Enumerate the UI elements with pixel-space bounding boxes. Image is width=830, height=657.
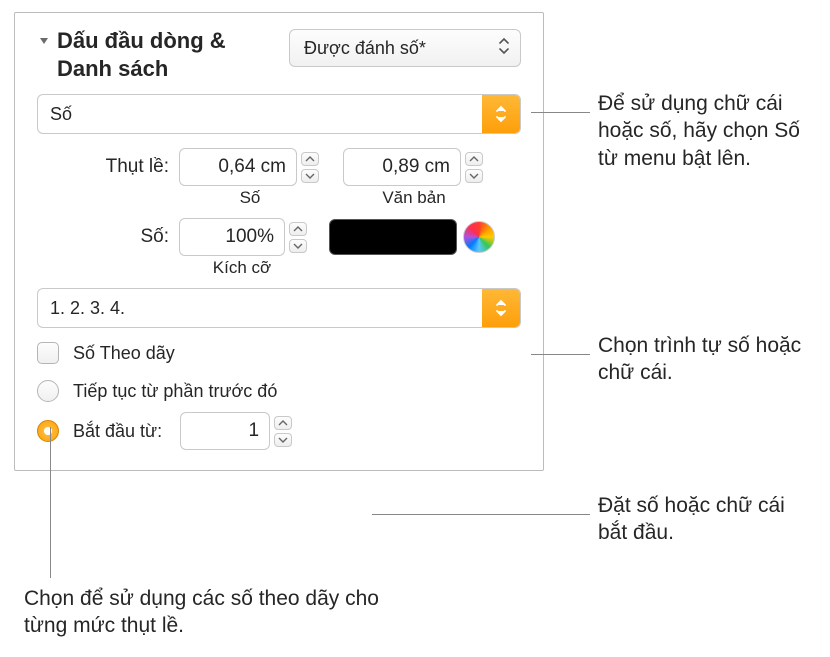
- leader-line: [50, 427, 51, 578]
- continue-label: Tiếp tục từ phần trước đó: [73, 381, 277, 402]
- size-stepper[interactable]: [289, 218, 309, 256]
- section-title: Dấu đầu dòng & Danh sách: [57, 27, 281, 82]
- callout-text: Đặt số hoặc chữ cái bắt đầu.: [598, 492, 818, 547]
- disclosure-triangle[interactable]: [37, 33, 51, 47]
- chevrons-icon: [498, 36, 510, 61]
- start-from-input[interactable]: 1: [180, 412, 270, 450]
- tiered-numbers-label: Số Theo dãy: [73, 343, 175, 364]
- chevrons-icon: [482, 289, 520, 327]
- start-from-stepper[interactable]: [274, 412, 294, 450]
- indent-number-stepper[interactable]: [301, 148, 321, 186]
- indent-text-stepper[interactable]: [465, 148, 485, 186]
- color-swatch[interactable]: [329, 219, 457, 255]
- number-type-value: Số: [50, 104, 72, 125]
- indent-text-input[interactable]: 0,89 cm: [343, 148, 461, 186]
- callout-text: Chọn trình tự số hoặc chữ cái.: [598, 332, 818, 387]
- leader-line: [531, 112, 590, 113]
- callout-text: Để sử dụng chữ cái hoặc số, hãy chọn Số …: [598, 90, 818, 172]
- indent-number-sublabel: Số: [240, 188, 261, 208]
- leader-line: [372, 514, 590, 515]
- start-from-radio[interactable]: [37, 420, 59, 442]
- size-label: Số:: [37, 218, 179, 248]
- callout-text: Chọn để sử dụng các số theo dãy cho từng…: [24, 585, 404, 640]
- start-from-label: Bắt đầu từ:: [73, 421, 162, 442]
- color-wheel-icon[interactable]: [463, 221, 495, 253]
- bullets-lists-panel: Dấu đầu dòng & Danh sách Được đánh số* S…: [14, 12, 544, 471]
- size-input[interactable]: 100%: [179, 218, 285, 256]
- leader-line: [531, 354, 590, 355]
- indent-number-input[interactable]: 0,64 cm: [179, 148, 297, 186]
- number-type-select[interactable]: Số: [37, 94, 521, 134]
- indent-label: Thụt lề:: [37, 148, 179, 178]
- continue-radio[interactable]: [37, 380, 59, 402]
- list-style-value: Được đánh số*: [304, 38, 426, 59]
- size-sublabel: Kích cỡ: [179, 258, 305, 278]
- chevrons-icon: [482, 95, 520, 133]
- sequence-select[interactable]: 1. 2. 3. 4.: [37, 288, 521, 328]
- indent-text-sublabel: Văn bản: [382, 188, 445, 208]
- list-style-select[interactable]: Được đánh số*: [289, 29, 521, 67]
- tiered-numbers-checkbox[interactable]: [37, 342, 59, 364]
- sequence-value: 1. 2. 3. 4.: [50, 298, 125, 319]
